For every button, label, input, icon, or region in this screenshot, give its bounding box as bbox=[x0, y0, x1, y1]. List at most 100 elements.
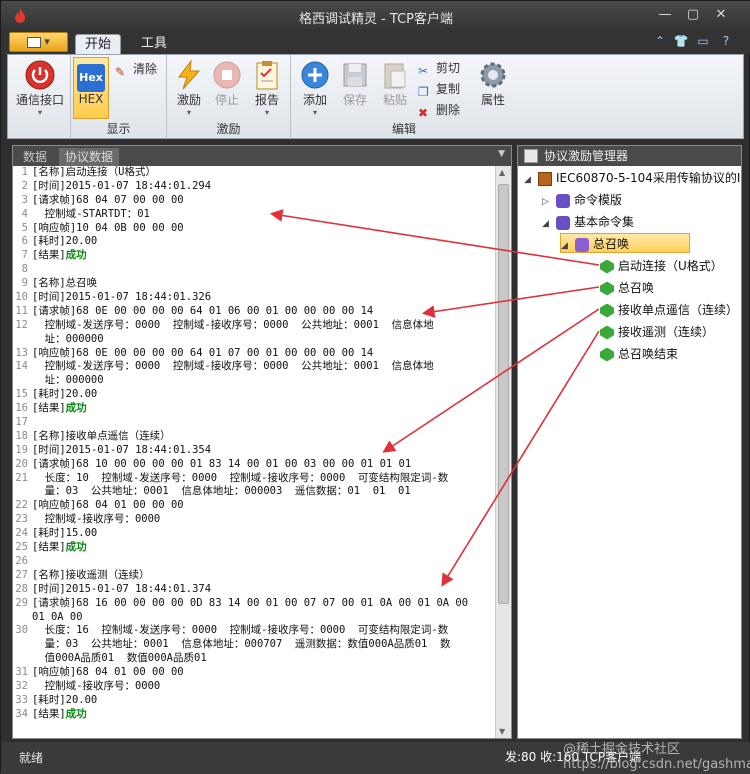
tab-data[interactable]: 数据 bbox=[17, 148, 53, 166]
vertical-scrollbar[interactable]: ▲ ▼ bbox=[495, 166, 511, 738]
stop-button[interactable]: 停止 bbox=[209, 59, 245, 108]
code-line-text: 长度：16 控制域-发送序号：0000 控制域-接收序号：0000 可变结构限定… bbox=[32, 624, 449, 637]
save-disk-icon bbox=[343, 63, 367, 87]
paste-button[interactable]: 粘贴 bbox=[377, 59, 413, 108]
excite-button[interactable]: 激励 ▾ bbox=[171, 59, 207, 117]
collapse-icon[interactable]: ◢ bbox=[524, 170, 538, 190]
scroll-down-icon[interactable]: ▼ bbox=[499, 727, 505, 736]
code-line-text: 控制域-接收序号：0000 bbox=[32, 679, 161, 692]
command-set-icon bbox=[556, 193, 570, 208]
code-line-text: 01 0A 00 bbox=[32, 610, 83, 623]
tree-basic-label: 基本命令集 bbox=[574, 215, 635, 229]
tree-templates-label: 命令模版 bbox=[574, 193, 623, 207]
line-number: 19 bbox=[15, 443, 28, 456]
tab-tools[interactable]: 工具 bbox=[131, 34, 177, 55]
paste-label: 粘贴 bbox=[382, 93, 407, 107]
stop-icon bbox=[213, 61, 241, 89]
help-icon[interactable]: ? bbox=[718, 34, 734, 50]
tree-item-start-u[interactable]: 启动连接（U格式） bbox=[600, 256, 723, 276]
comm-dropdown-icon: ▾ bbox=[37, 108, 42, 117]
line-number: 29 bbox=[15, 596, 28, 609]
command-icon bbox=[600, 303, 614, 318]
tree-item-label: 启动连接（U格式） bbox=[618, 259, 723, 273]
tree-general-call-label: 总召唤 bbox=[593, 237, 630, 251]
tree-general-call[interactable]: ◢ 总召唤 bbox=[560, 233, 691, 256]
code-line-text: [耗时]15.00 bbox=[32, 527, 98, 540]
line-number: 30 bbox=[15, 624, 28, 637]
line-number: 8 bbox=[21, 263, 28, 276]
add-plus-icon bbox=[301, 61, 329, 89]
code-line: 控制域-接收序号：0000 bbox=[32, 513, 495, 527]
line-number: 17 bbox=[15, 416, 28, 429]
tab-start[interactable]: 开始 bbox=[75, 34, 121, 55]
code-line-text: [响应帧]68 0E 00 00 00 00 64 01 07 00 01 00… bbox=[32, 346, 374, 359]
title-bar: 格西调试精灵 - TCP客户端 — ▢ ✕ bbox=[1, 1, 750, 31]
command-icon bbox=[600, 347, 614, 362]
code-line: 控制域-STARTDT：01 bbox=[32, 208, 495, 222]
expand-icon[interactable]: ▷ bbox=[542, 192, 556, 212]
line-number bbox=[13, 333, 28, 347]
code-line: 控制域-接收序号：0000 bbox=[32, 680, 495, 694]
cut-button[interactable]: ✂ 剪切 bbox=[418, 58, 460, 78]
line-number-gutter: 1 2 3 4 5 6 7 8 9 10 11 12 13 14 15 16 17 18 19 20 21 22 23 24 2… bbox=[13, 166, 31, 738]
code-line-text: 控制域-发送序号：0000 控制域-接收序号：0000 公共地址：0001 信息… bbox=[32, 318, 434, 331]
panel-dropdown-icon[interactable]: ▼ bbox=[498, 149, 505, 159]
command-group-icon bbox=[575, 237, 589, 252]
close-button[interactable]: ✕ bbox=[712, 7, 730, 23]
command-icon bbox=[600, 325, 614, 340]
clear-button[interactable]: ✎ 清除 bbox=[115, 59, 157, 79]
scroll-thumb[interactable] bbox=[498, 184, 509, 604]
tree-item-single-point[interactable]: 接收单点遥信（连续） bbox=[600, 300, 738, 320]
group-display: Hex HEX ✎ 清除 显示 bbox=[71, 55, 167, 139]
tree-item-telemetry[interactable]: 接收遥测（连续） bbox=[600, 322, 714, 342]
protocol-data-panel: 数据 协议数据 ▼ 1 2 3 4 5 6 7 8 9 10 11 12 13 14 15 16 17 18 19 2… bbox=[12, 145, 512, 739]
scroll-up-icon[interactable]: ▲ bbox=[499, 168, 505, 177]
code-line-text: [请求帧]68 16 00 00 00 00 0D 83 14 00 01 00… bbox=[32, 596, 469, 609]
tree-root[interactable]: ◢ IEC60870-5-104采用传输协议的I bbox=[524, 168, 740, 188]
properties-button[interactable]: 属性 bbox=[475, 59, 511, 108]
tab-protocol-data[interactable]: 协议数据 bbox=[59, 148, 120, 166]
delete-button[interactable]: ✖ 删除 bbox=[418, 100, 460, 120]
delete-x-icon: ✖ bbox=[418, 105, 429, 120]
line-number: 20 bbox=[15, 457, 28, 470]
collapse-icon[interactable]: ◢ bbox=[561, 236, 575, 256]
ribbon: 通信接口 ▾ Hex HEX ✎ 清除 显示 激励 ▾ 停止 报告 ▾ 激励 添… bbox=[7, 54, 744, 139]
tree-basic[interactable]: ◢ 基本命令集 bbox=[542, 212, 634, 232]
line-number: 7 bbox=[21, 249, 28, 262]
window-icon[interactable]: ▭ bbox=[695, 34, 711, 50]
copy-button[interactable]: ❐ 复制 bbox=[418, 79, 460, 99]
line-number: 32 bbox=[15, 679, 28, 692]
result-success: 成功 bbox=[65, 541, 87, 554]
watermark: @稀土掘金技术社区 https://blog.csdn.net/gashmast… bbox=[563, 742, 750, 772]
report-button[interactable]: 报告 ▾ bbox=[249, 59, 285, 117]
data-editor[interactable]: 1 2 3 4 5 6 7 8 9 10 11 12 13 14 15 16 17 18 19 20 21 22 23 24 2… bbox=[13, 166, 511, 738]
skin-shirt-icon[interactable]: 👕 bbox=[673, 34, 689, 50]
excite-label: 激励 bbox=[176, 93, 201, 107]
file-menu-button[interactable]: ▾ bbox=[9, 32, 68, 52]
minimize-button[interactable]: — bbox=[656, 7, 674, 23]
hex-toggle-button[interactable]: Hex HEX bbox=[73, 57, 109, 119]
save-label: 保存 bbox=[342, 93, 367, 107]
code-line-text: 值000A品质01 数值000A品质01 bbox=[32, 652, 207, 665]
comm-interface-button[interactable]: 通信接口 ▾ bbox=[12, 59, 68, 117]
line-number: 5 bbox=[21, 221, 28, 234]
maximize-button[interactable]: ▢ bbox=[684, 7, 702, 23]
save-button[interactable]: 保存 bbox=[337, 59, 373, 108]
code-line-text: [时间]2015-01-07 18:44:01.354 bbox=[32, 443, 212, 456]
code-line-text: 长度：10 控制域-发送序号：0000 控制域-接收序号：0000 可变结构限定… bbox=[32, 471, 449, 484]
line-number: 1 bbox=[21, 166, 28, 178]
line-number bbox=[13, 485, 28, 499]
code-line-text: [名称]接收遥测（连续） bbox=[32, 568, 150, 581]
code-line-text: 量：03 公共地址：0001 信息体地址：000003 遥信数据：01 01 0… bbox=[32, 485, 411, 498]
add-button[interactable]: 添加 ▾ bbox=[297, 59, 333, 117]
window-title: 格西调试精灵 - TCP客户端 bbox=[298, 12, 454, 27]
collapse-icon[interactable]: ◢ bbox=[542, 214, 556, 234]
menu-icon bbox=[27, 36, 42, 48]
collapse-ribbon-icon[interactable]: ⌃ bbox=[652, 34, 668, 50]
tree-item-general-call[interactable]: 总召唤 bbox=[600, 278, 654, 298]
tree-templates[interactable]: ▷ 命令模版 bbox=[542, 190, 622, 210]
tree-item-general-end[interactable]: 总召唤结束 bbox=[600, 344, 678, 364]
line-number bbox=[13, 611, 28, 625]
line-number: 2 bbox=[21, 179, 28, 192]
